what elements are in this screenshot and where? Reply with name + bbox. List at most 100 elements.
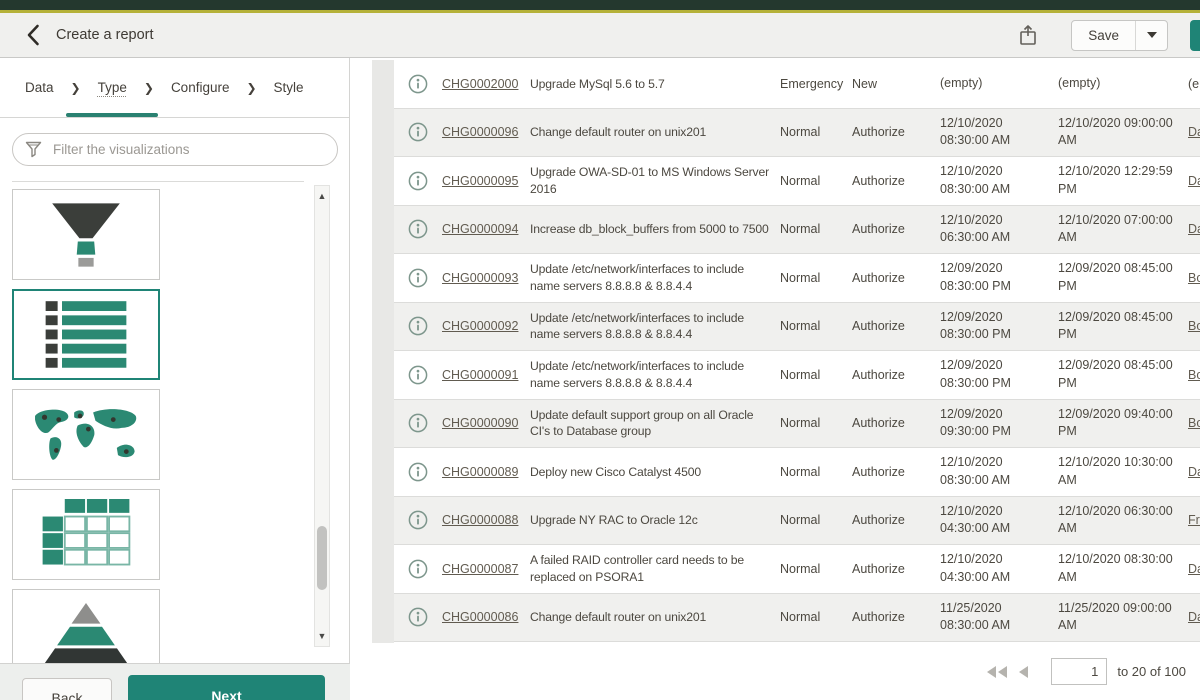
left-arrow-icon	[1018, 666, 1029, 678]
row-start-date-cell: 12/10/2020 08:30:00 AM	[940, 163, 1058, 198]
row-priority-cell: Normal	[780, 416, 852, 430]
save-button[interactable]: Save	[1072, 21, 1136, 50]
scrollbar-up-icon[interactable]: ▲	[315, 188, 329, 204]
row-number-cell: CHG0000087	[442, 562, 530, 576]
info-icon[interactable]	[408, 268, 428, 288]
next-step-button[interactable]: Next	[128, 675, 325, 700]
assigned-to-link[interactable]: Dav	[1188, 174, 1200, 188]
row-end-date-cell: (empty)	[1058, 75, 1188, 93]
change-number-link[interactable]: CHG0000086	[442, 610, 518, 624]
assigned-to-link[interactable]: Bow	[1188, 319, 1200, 333]
viz-thumbnail-map[interactable]	[12, 389, 160, 480]
row-description-cell: Change default router on unix201	[530, 124, 780, 140]
change-number-link[interactable]: CHG0000094	[442, 222, 518, 236]
info-icon[interactable]	[408, 510, 428, 530]
wizard-step-style[interactable]: Style	[274, 58, 304, 117]
assigned-to-link[interactable]: Bow	[1188, 416, 1200, 430]
double-left-arrow-icon	[986, 666, 1008, 678]
change-number-link[interactable]: CHG0000088	[442, 513, 518, 527]
row-info-cell	[394, 171, 442, 191]
row-priority-cell: Normal	[780, 222, 852, 236]
scrollbar-thumb[interactable]	[317, 526, 327, 590]
row-description-cell: Upgrade OWA-SD-01 to MS Windows Server 2…	[530, 164, 780, 197]
share-button[interactable]	[1013, 20, 1043, 50]
info-icon[interactable]	[408, 219, 428, 239]
info-icon[interactable]	[408, 122, 428, 142]
pagination-range-text: to 20 of 100	[1117, 664, 1186, 679]
step-chevron-icon: ❯	[71, 81, 81, 95]
assigned-to-link[interactable]: Dav	[1188, 222, 1200, 236]
table-left-gutter	[372, 60, 394, 643]
save-split-button: Save	[1071, 20, 1168, 51]
row-number-cell: CHG0000089	[442, 465, 530, 479]
info-icon[interactable]	[408, 171, 428, 191]
assigned-to-link[interactable]: Dav	[1188, 562, 1200, 576]
assigned-to-link[interactable]: Dav	[1188, 610, 1200, 624]
row-state-cell: Authorize	[852, 513, 940, 527]
row-state-cell: Authorize	[852, 562, 940, 576]
viz-thumbnail-grid-table[interactable]	[12, 489, 160, 580]
table-row: CHG0000093Update /etc/network/interfaces…	[394, 254, 1200, 303]
change-number-link[interactable]: CHG0000096	[442, 125, 518, 139]
row-priority-cell: Normal	[780, 562, 852, 576]
save-dropdown-button[interactable]	[1136, 21, 1167, 50]
info-icon[interactable]	[408, 74, 428, 94]
change-number-link[interactable]: CHG0002000	[442, 77, 518, 91]
visualization-type-list	[12, 181, 304, 663]
row-info-cell	[394, 365, 442, 385]
back-step-button[interactable]: Back	[22, 678, 112, 700]
change-number-link[interactable]: CHG0000095	[442, 174, 518, 188]
back-button[interactable]	[20, 22, 46, 48]
change-number-link[interactable]: CHG0000091	[442, 368, 518, 382]
change-number-link[interactable]: CHG0000087	[442, 562, 518, 576]
change-number-link[interactable]: CHG0000089	[442, 465, 518, 479]
row-assigned-to-cell: Dav	[1188, 562, 1200, 576]
table-row: CHG0000095 Upgrade OWA-SD-01 to MS Window…	[394, 157, 1200, 206]
filter-visualizations-input[interactable]	[12, 133, 338, 166]
assigned-to-link[interactable]: Dav	[1188, 465, 1200, 479]
row-start-date-cell: 12/09/2020 08:30:00 PM	[940, 260, 1058, 295]
row-description-cell: Update default support group on all Orac…	[530, 407, 780, 440]
wizard-step-type[interactable]: Type	[98, 58, 127, 117]
table-row: CHG0000094Increase db_block_buffers from…	[394, 206, 1200, 255]
info-icon[interactable]	[408, 607, 428, 627]
row-assigned-to-cell: Dav	[1188, 465, 1200, 479]
row-description-cell: Update /etc/network/interfaces to includ…	[530, 358, 780, 391]
row-end-date-cell: 12/10/2020 06:30:00 AM	[1058, 503, 1188, 538]
row-info-cell	[394, 316, 442, 336]
sidebar-scrollbar[interactable]: ▲ ▼	[314, 185, 330, 647]
assigned-to-link[interactable]: Dav	[1188, 125, 1200, 139]
pagination-previous-button[interactable]	[1018, 666, 1029, 678]
cut-off-primary-button[interactable]	[1190, 20, 1200, 51]
assigned-to-link[interactable]: Bow	[1188, 271, 1200, 285]
row-start-date-cell: 12/10/2020 06:30:00 AM	[940, 212, 1058, 247]
viz-thumbnail-funnel[interactable]	[12, 189, 160, 280]
row-state-cell: Authorize	[852, 174, 940, 188]
row-end-date-cell: 11/25/2020 09:00:00 AM	[1058, 600, 1188, 635]
info-icon[interactable]	[408, 413, 428, 433]
map-chart-icon	[25, 403, 147, 467]
row-number-cell: CHG0000096	[442, 125, 530, 139]
viz-thumbnail-pyramid[interactable]	[12, 589, 160, 663]
info-icon[interactable]	[408, 365, 428, 385]
pagination-first-page-button[interactable]	[986, 666, 1008, 678]
scrollbar-down-icon[interactable]: ▼	[315, 628, 329, 644]
row-number-cell: CHG0000091	[442, 368, 530, 382]
info-icon[interactable]	[408, 559, 428, 579]
assigned-to-link[interactable]: Fre	[1188, 513, 1200, 527]
page-title: Create a report	[56, 27, 154, 43]
wizard-step-configure[interactable]: Configure	[171, 58, 230, 117]
info-icon[interactable]	[408, 462, 428, 482]
info-icon[interactable]	[408, 316, 428, 336]
wizard-step-data[interactable]: Data	[25, 58, 54, 117]
assigned-to-link[interactable]: Bow	[1188, 368, 1200, 382]
viz-thumbnail-list[interactable]	[12, 289, 160, 380]
row-number-cell: CHG0000092	[442, 319, 530, 333]
change-number-link[interactable]: CHG0000093	[442, 271, 518, 285]
row-start-date-cell: 12/09/2020 08:30:00 PM	[940, 357, 1058, 392]
row-assigned-to-cell: Dav	[1188, 222, 1200, 236]
page-number-input[interactable]	[1051, 658, 1107, 685]
row-description-cell: Update /etc/network/interfaces to includ…	[530, 310, 780, 343]
change-number-link[interactable]: CHG0000092	[442, 319, 518, 333]
change-number-link[interactable]: CHG0000090	[442, 416, 518, 430]
